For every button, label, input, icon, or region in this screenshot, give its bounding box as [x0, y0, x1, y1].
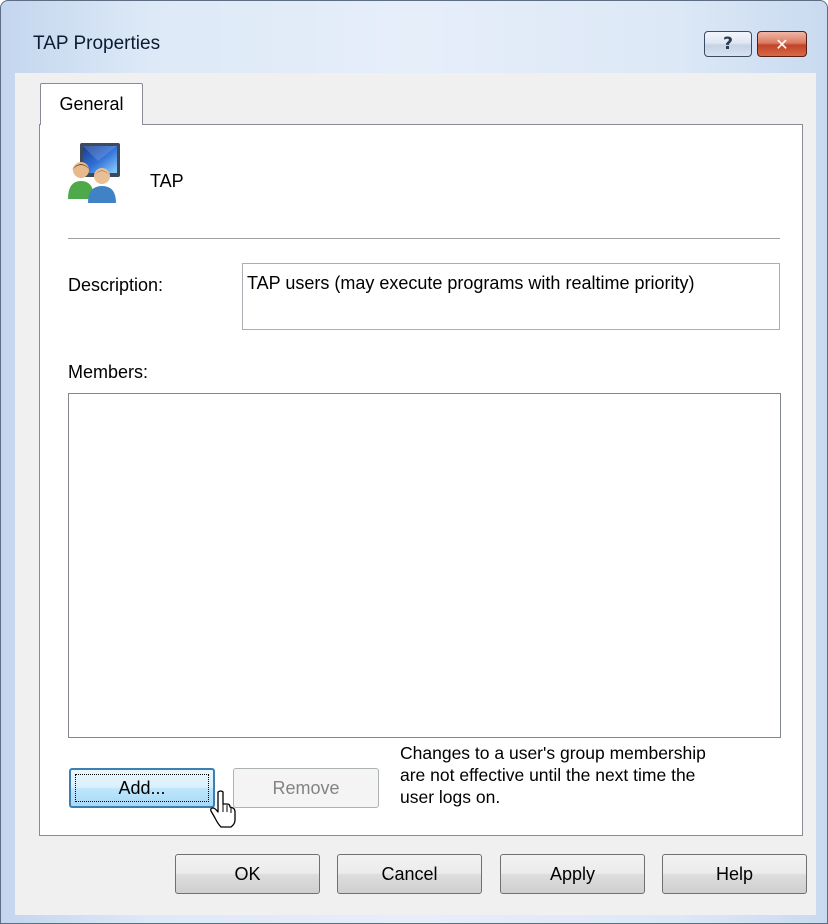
- description-field[interactable]: TAP users (may execute programs with rea…: [242, 263, 780, 330]
- general-tab-panel: TAP Description: TAP users (may execute …: [39, 124, 803, 836]
- members-list[interactable]: [68, 393, 781, 738]
- focus-rectangle: [75, 774, 209, 802]
- close-icon: ✕: [775, 34, 789, 54]
- note-line: are not effective until the next time th…: [400, 765, 696, 785]
- members-label: Members:: [68, 362, 149, 382]
- group-users-icon: [68, 141, 128, 203]
- title-help-button[interactable]: ?: [704, 31, 752, 57]
- group-name: TAP: [150, 171, 184, 191]
- ok-button[interactable]: OK: [175, 854, 320, 894]
- tab-general[interactable]: General: [40, 83, 143, 125]
- remove-button[interactable]: Remove: [233, 768, 379, 808]
- window-title: TAP Properties: [33, 33, 161, 54]
- description-label: Description:: [68, 275, 164, 295]
- apply-button[interactable]: Apply: [500, 854, 645, 894]
- title-bar[interactable]: TAP Properties ? ✕: [1, 1, 827, 71]
- tab-strip: General: [15, 73, 816, 125]
- title-close-button[interactable]: ✕: [757, 31, 807, 57]
- separator: [68, 238, 780, 239]
- membership-note: Changes to a user's group membership are…: [400, 742, 785, 808]
- dialog-client-area: General TAP Description: TAP users (may …: [15, 73, 816, 915]
- note-line: Changes to a user's group membership: [400, 743, 706, 763]
- mouse-pointer-icon: [210, 790, 236, 830]
- question-mark-icon: ?: [723, 34, 733, 54]
- cancel-button[interactable]: Cancel: [337, 854, 482, 894]
- add-button[interactable]: Add...: [69, 768, 215, 808]
- help-button[interactable]: Help: [662, 854, 807, 894]
- properties-dialog: TAP Properties ? ✕ General TAP Descripti…: [0, 0, 828, 924]
- note-line: user logs on.: [400, 787, 501, 807]
